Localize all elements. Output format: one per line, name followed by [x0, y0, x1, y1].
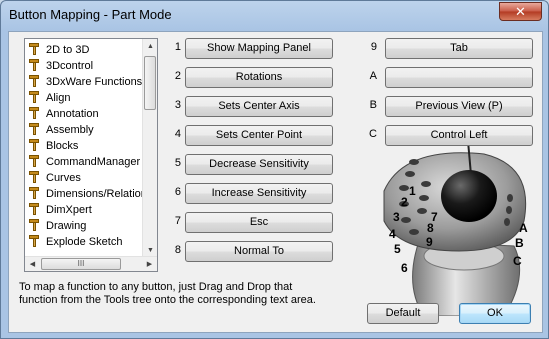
tree-item[interactable]: DimXpert	[28, 202, 92, 218]
title-bar[interactable]: Button Mapping - Part Mode ✕	[1, 1, 548, 31]
mapping-button-8[interactable]: Normal To	[185, 241, 333, 262]
dialog-body: 2D to 3D 3Dcontrol 3DxWare Functions Align A…	[8, 31, 543, 333]
ok-button[interactable]: OK	[459, 303, 531, 324]
mapping-button-a[interactable]	[385, 67, 533, 88]
device-label-6: 6	[401, 261, 408, 275]
button-number-label: 2	[174, 70, 181, 82]
button-number-label: B	[369, 99, 377, 111]
horizontal-scroll-thumb[interactable]: III	[41, 258, 121, 270]
device-label-9: 9	[426, 235, 433, 249]
tree-item[interactable]: Align	[28, 90, 70, 106]
device-label-8: 8	[427, 221, 434, 235]
device-label-a: A	[519, 221, 528, 235]
tree-item-label: Explode Sketch	[46, 236, 123, 248]
scroll-left-arrow-icon[interactable]: ◀	[25, 257, 40, 271]
hammer-icon	[28, 90, 42, 104]
hammer-icon	[28, 218, 42, 232]
scroll-up-arrow-icon[interactable]: ▲	[143, 39, 157, 54]
tools-tree[interactable]: 2D to 3D 3Dcontrol 3DxWare Functions Align A…	[24, 38, 158, 272]
device-label-1: 1	[409, 184, 416, 198]
vertical-scroll-thumb[interactable]	[144, 56, 156, 110]
mapping-button-5[interactable]: Decrease Sensitivity	[185, 154, 333, 175]
tree-item[interactable]: Curves	[28, 170, 81, 186]
hammer-icon	[28, 186, 42, 200]
tree-item-label: Drawing	[46, 220, 87, 232]
mapping-button-3[interactable]: Sets Center Axis	[185, 96, 333, 117]
device-label-4: 4	[389, 227, 396, 241]
tree-item-label: Assembly	[46, 124, 94, 136]
help-text: To map a function to any button, just Dr…	[19, 281, 316, 306]
button-number-label: 1	[174, 41, 181, 53]
dialog-window: Button Mapping - Part Mode ✕ 2D to 3D 3Dc…	[0, 0, 549, 339]
tree-item[interactable]: Blocks	[28, 138, 78, 154]
tree-item[interactable]: Drawing	[28, 218, 86, 234]
mapping-button-2[interactable]: Rotations	[185, 67, 333, 88]
button-number-label: 3	[174, 99, 181, 111]
button-number-label: 9	[370, 41, 377, 53]
hammer-icon	[28, 106, 42, 120]
hammer-icon	[28, 154, 42, 168]
mapping-button-9[interactable]: Tab	[385, 38, 533, 59]
default-button[interactable]: Default	[367, 303, 439, 324]
button-number-label: C	[369, 128, 377, 140]
tree-item[interactable]: Explode Sketch	[28, 234, 122, 250]
hammer-icon	[28, 74, 42, 88]
tree-item[interactable]: CommandManager	[28, 154, 140, 170]
close-button[interactable]: ✕	[499, 2, 542, 21]
hammer-icon	[28, 122, 42, 136]
tree-item-label: CommandManager	[46, 156, 141, 168]
tree-item[interactable]: 2D to 3D	[28, 42, 89, 58]
mapping-button-7[interactable]: Esc	[185, 212, 333, 233]
tree-item[interactable]: Dimensions/Relations	[28, 186, 152, 202]
device-label-5: 5	[394, 242, 401, 256]
device-label-c: C	[513, 254, 522, 268]
button-number-label: 8	[174, 244, 181, 256]
hammer-icon	[28, 138, 42, 152]
tree-item-label: Dimensions/Relations	[46, 188, 153, 200]
tree-item[interactable]: 3Dcontrol	[28, 58, 93, 74]
spacemouse-device-image: 1 2 3 7 8 4 5 9 6 A B C	[364, 140, 544, 317]
mapping-button-b[interactable]: Previous View (P)	[385, 96, 533, 117]
tree-item-label: 3Dcontrol	[46, 60, 94, 72]
button-number-label: 7	[174, 215, 181, 227]
device-label-3: 3	[393, 210, 400, 224]
tree-item[interactable]: Assembly	[28, 122, 94, 138]
tree-vertical-scrollbar[interactable]: ▲ ▼	[142, 39, 157, 258]
mapping-button-6[interactable]: Increase Sensitivity	[185, 183, 333, 204]
hammer-icon	[28, 58, 42, 72]
tree-item-label: Curves	[46, 172, 81, 184]
hammer-icon	[28, 170, 42, 184]
tree-item-label: 2D to 3D	[46, 44, 90, 56]
button-number-label: 5	[174, 157, 181, 169]
button-number-label: 6	[174, 186, 181, 198]
tree-item-label: Annotation	[46, 108, 99, 120]
button-number-label: 4	[174, 128, 181, 140]
tree-item-label: 3DxWare Functions	[46, 76, 143, 88]
hammer-icon	[28, 202, 42, 216]
tree-item-label: Align	[46, 92, 71, 104]
window-title: Button Mapping - Part Mode	[9, 7, 172, 22]
hammer-icon	[28, 234, 42, 248]
button-number-label: A	[369, 70, 377, 82]
mapping-button-1[interactable]: Show Mapping Panel	[185, 38, 333, 59]
tree-horizontal-scrollbar[interactable]: ◀ III ▶	[25, 256, 157, 271]
mapping-button-c[interactable]: Control Left	[385, 125, 533, 146]
mapping-button-4[interactable]: Sets Center Point	[185, 125, 333, 146]
tree-item[interactable]: 3DxWare Functions	[28, 74, 142, 90]
hammer-icon	[28, 42, 42, 56]
device-label-2: 2	[401, 195, 408, 209]
tree-item-label: Blocks	[46, 140, 79, 152]
tree-item-label: DimXpert	[46, 204, 92, 216]
tree-item[interactable]: Annotation	[28, 106, 99, 122]
scroll-right-arrow-icon[interactable]: ▶	[142, 257, 157, 271]
device-label-b: B	[515, 236, 524, 250]
